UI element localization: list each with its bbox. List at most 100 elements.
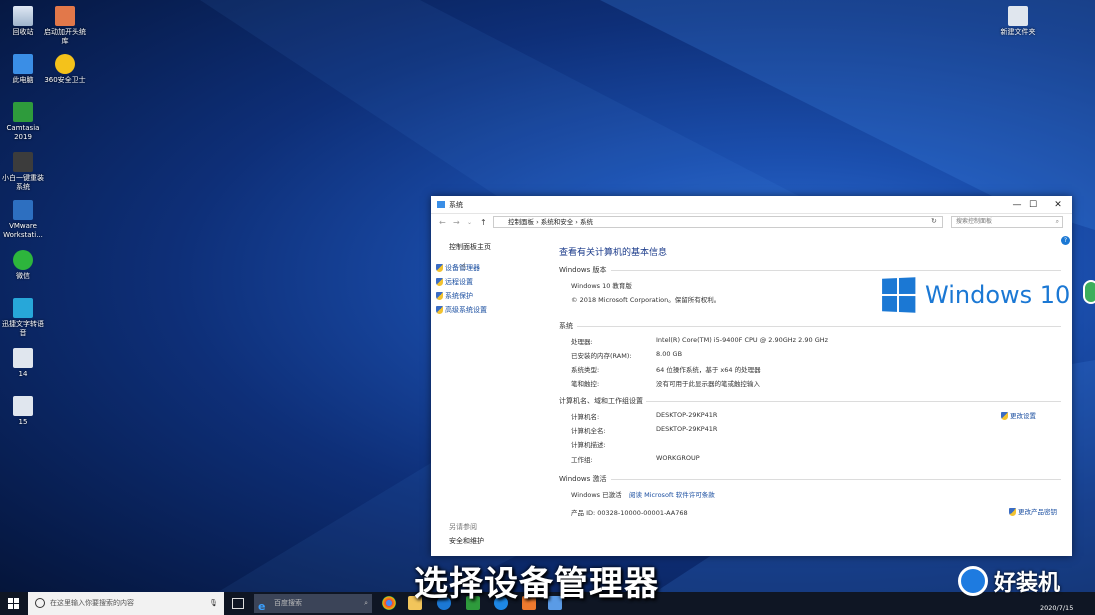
- breadcrumb[interactable]: 控制面板 › 系统和安全 › 系统: [493, 216, 943, 228]
- nav-link-system-protection[interactable]: 系统保护: [436, 291, 473, 301]
- shield-icon: [1009, 508, 1016, 516]
- desktop-icon-wechat[interactable]: 微信: [0, 250, 46, 281]
- divider: [646, 401, 1061, 402]
- nav-link-advanced-settings[interactable]: 高级系统设置: [436, 305, 487, 315]
- mouse-cursor-icon: ☝: [460, 262, 467, 273]
- system-row-label: 系统类型:: [571, 366, 600, 374]
- desktop-icon-startup-lib[interactable]: 启动加开头统库: [42, 6, 88, 46]
- system-row-label: 笔和触控:: [571, 380, 600, 388]
- cortana-circle-icon: [35, 598, 45, 608]
- desktop-icon-new-folder[interactable]: 新建文件夹: [995, 6, 1041, 37]
- microphone-icon[interactable]: 🎙: [209, 592, 218, 615]
- computer-icon: [13, 54, 33, 74]
- main-heading: 查看有关计算机的基本信息: [559, 248, 668, 258]
- refresh-icon[interactable]: ↻: [931, 217, 937, 225]
- file-icon: [1008, 6, 1028, 26]
- clock-date[interactable]: 2020/7/15: [1040, 604, 1073, 612]
- shield-icon: [436, 264, 443, 272]
- search-input[interactable]: 搜索控制面板 ⌕: [951, 216, 1063, 228]
- brand-name: 好装机: [994, 571, 1061, 596]
- computer-row-label: 工作组:: [571, 456, 593, 464]
- task-view-icon[interactable]: [232, 598, 244, 609]
- search-icon: ⌕: [1055, 218, 1059, 225]
- shield-icon: [436, 292, 443, 300]
- shield-360-icon: [55, 54, 75, 74]
- computer-row-value: WORKGROUP: [656, 454, 700, 462]
- nav-link-remote-settings[interactable]: 远程设置: [436, 277, 473, 287]
- divider: [611, 479, 1061, 480]
- system-window: 系统 — ☐ ✕ ← → ⌄ ↑ 控制面板 › 系统和安全 › 系统 ↻ 搜索控…: [431, 196, 1072, 556]
- nav-control-panel-home[interactable]: 控制面板主页: [449, 242, 491, 252]
- change-settings-link[interactable]: 更改设置: [1001, 410, 1036, 420]
- system-row-value: 8.00 GB: [656, 350, 683, 358]
- computer-row-value: DESKTOP-29KP41R: [656, 411, 718, 419]
- system-window-icon: [437, 201, 445, 208]
- search-icon: ⌕: [364, 599, 368, 607]
- system-row-value: 没有可用于此显示器的笔或触控输入: [656, 380, 760, 388]
- wechat-icon: [13, 250, 33, 270]
- computer-section-title: 计算机名、域和工作组设置: [559, 397, 643, 405]
- floating-widget[interactable]: [1083, 280, 1095, 304]
- desktop-icon-tts[interactable]: 迅捷文字转语音: [0, 298, 46, 338]
- windows-edition: Windows 10 教育版: [571, 282, 632, 290]
- edition-section-title: Windows 版本: [559, 266, 607, 274]
- computer-row-label: 计算机全名:: [571, 427, 606, 435]
- license-terms-link[interactable]: 阅读 Microsoft 软件许可条款: [629, 489, 715, 499]
- watermark-brand: 好装机: [958, 565, 1060, 597]
- ie-icon: e: [258, 600, 266, 613]
- desktop-icon-vmware[interactable]: VMware Workstati...: [0, 200, 46, 240]
- start-button[interactable]: [8, 598, 19, 609]
- file-icon: [13, 396, 33, 416]
- divider: [611, 270, 1061, 271]
- desktop-icon-14[interactable]: 14: [0, 348, 46, 379]
- forward-arrow-icon[interactable]: →: [453, 218, 460, 227]
- video-caption: 选择设备管理器: [414, 564, 659, 604]
- activation-section-title: Windows 激活: [559, 475, 607, 483]
- change-product-key-link[interactable]: 更改产品密钥: [1009, 506, 1057, 516]
- system-row-value: Intel(R) Core(TM) i5-9400F CPU @ 2.90GHz…: [656, 336, 829, 344]
- system-row-label: 已安装的内存(RAM):: [571, 352, 632, 360]
- close-button[interactable]: ✕: [1044, 196, 1072, 214]
- file-icon: [13, 348, 33, 368]
- divider: [577, 326, 1061, 327]
- nav-link-device-manager[interactable]: 设备管理器: [436, 263, 480, 273]
- computer-row-label: 计算机名:: [571, 413, 600, 421]
- desktop-icon-recycle-bin[interactable]: 回收站: [0, 6, 46, 37]
- windows10-logo-text: Windows 10: [925, 281, 1071, 309]
- computer-row-value: DESKTOP-29KP41R: [656, 425, 718, 433]
- desktop-icon-xiaobai[interactable]: 小白一键重装系统: [0, 152, 46, 192]
- xiaobai-icon: [13, 152, 33, 172]
- back-arrow-icon[interactable]: ←: [439, 218, 446, 227]
- see-also-title: 另请参阅: [449, 523, 477, 531]
- desktop-icon-15[interactable]: 15: [0, 396, 46, 427]
- system-section-title: 系统: [559, 322, 573, 330]
- windows-flag-icon: [882, 277, 916, 313]
- shield-icon: [436, 306, 443, 314]
- help-icon[interactable]: ?: [1061, 236, 1070, 245]
- folder-icon: [55, 6, 75, 26]
- shield-icon: [1001, 412, 1008, 420]
- activation-status: Windows 已激活: [571, 491, 622, 499]
- desktop-icon-this-pc[interactable]: 此电脑: [0, 54, 46, 85]
- window-title: 系统: [449, 200, 463, 209]
- recent-chevron-icon[interactable]: ⌄: [467, 219, 472, 226]
- vmware-icon: [13, 200, 33, 220]
- taskbar-search-input[interactable]: 在这里输入你要搜索的内容 🎙: [28, 592, 224, 615]
- desktop-icon-360[interactable]: 360安全卫士: [42, 54, 88, 85]
- camtasia-icon: [13, 102, 33, 122]
- copyright-text: © 2018 Microsoft Corporation。保留所有权利。: [571, 296, 721, 304]
- window-titlebar: 系统: [431, 196, 1072, 214]
- windows10-logo: Windows 10: [881, 277, 1071, 313]
- up-arrow-icon[interactable]: ↑: [480, 218, 487, 227]
- desktop-icon-camtasia[interactable]: Camtasia 2019: [0, 102, 46, 142]
- brand-logo-icon: [958, 566, 988, 596]
- tts-icon: [13, 298, 33, 318]
- system-row-label: 处理器:: [571, 338, 593, 346]
- computer-row-label: 计算机描述:: [571, 441, 606, 449]
- maximize-button[interactable]: ☐: [1019, 196, 1047, 214]
- shield-icon: [436, 278, 443, 286]
- browser-search-bar[interactable]: e 百度搜索 ⌕: [254, 594, 372, 613]
- recycle-bin-icon: [13, 6, 33, 26]
- nav-link-security-maintenance[interactable]: 安全和维护: [449, 536, 484, 546]
- chrome-icon[interactable]: [382, 596, 396, 610]
